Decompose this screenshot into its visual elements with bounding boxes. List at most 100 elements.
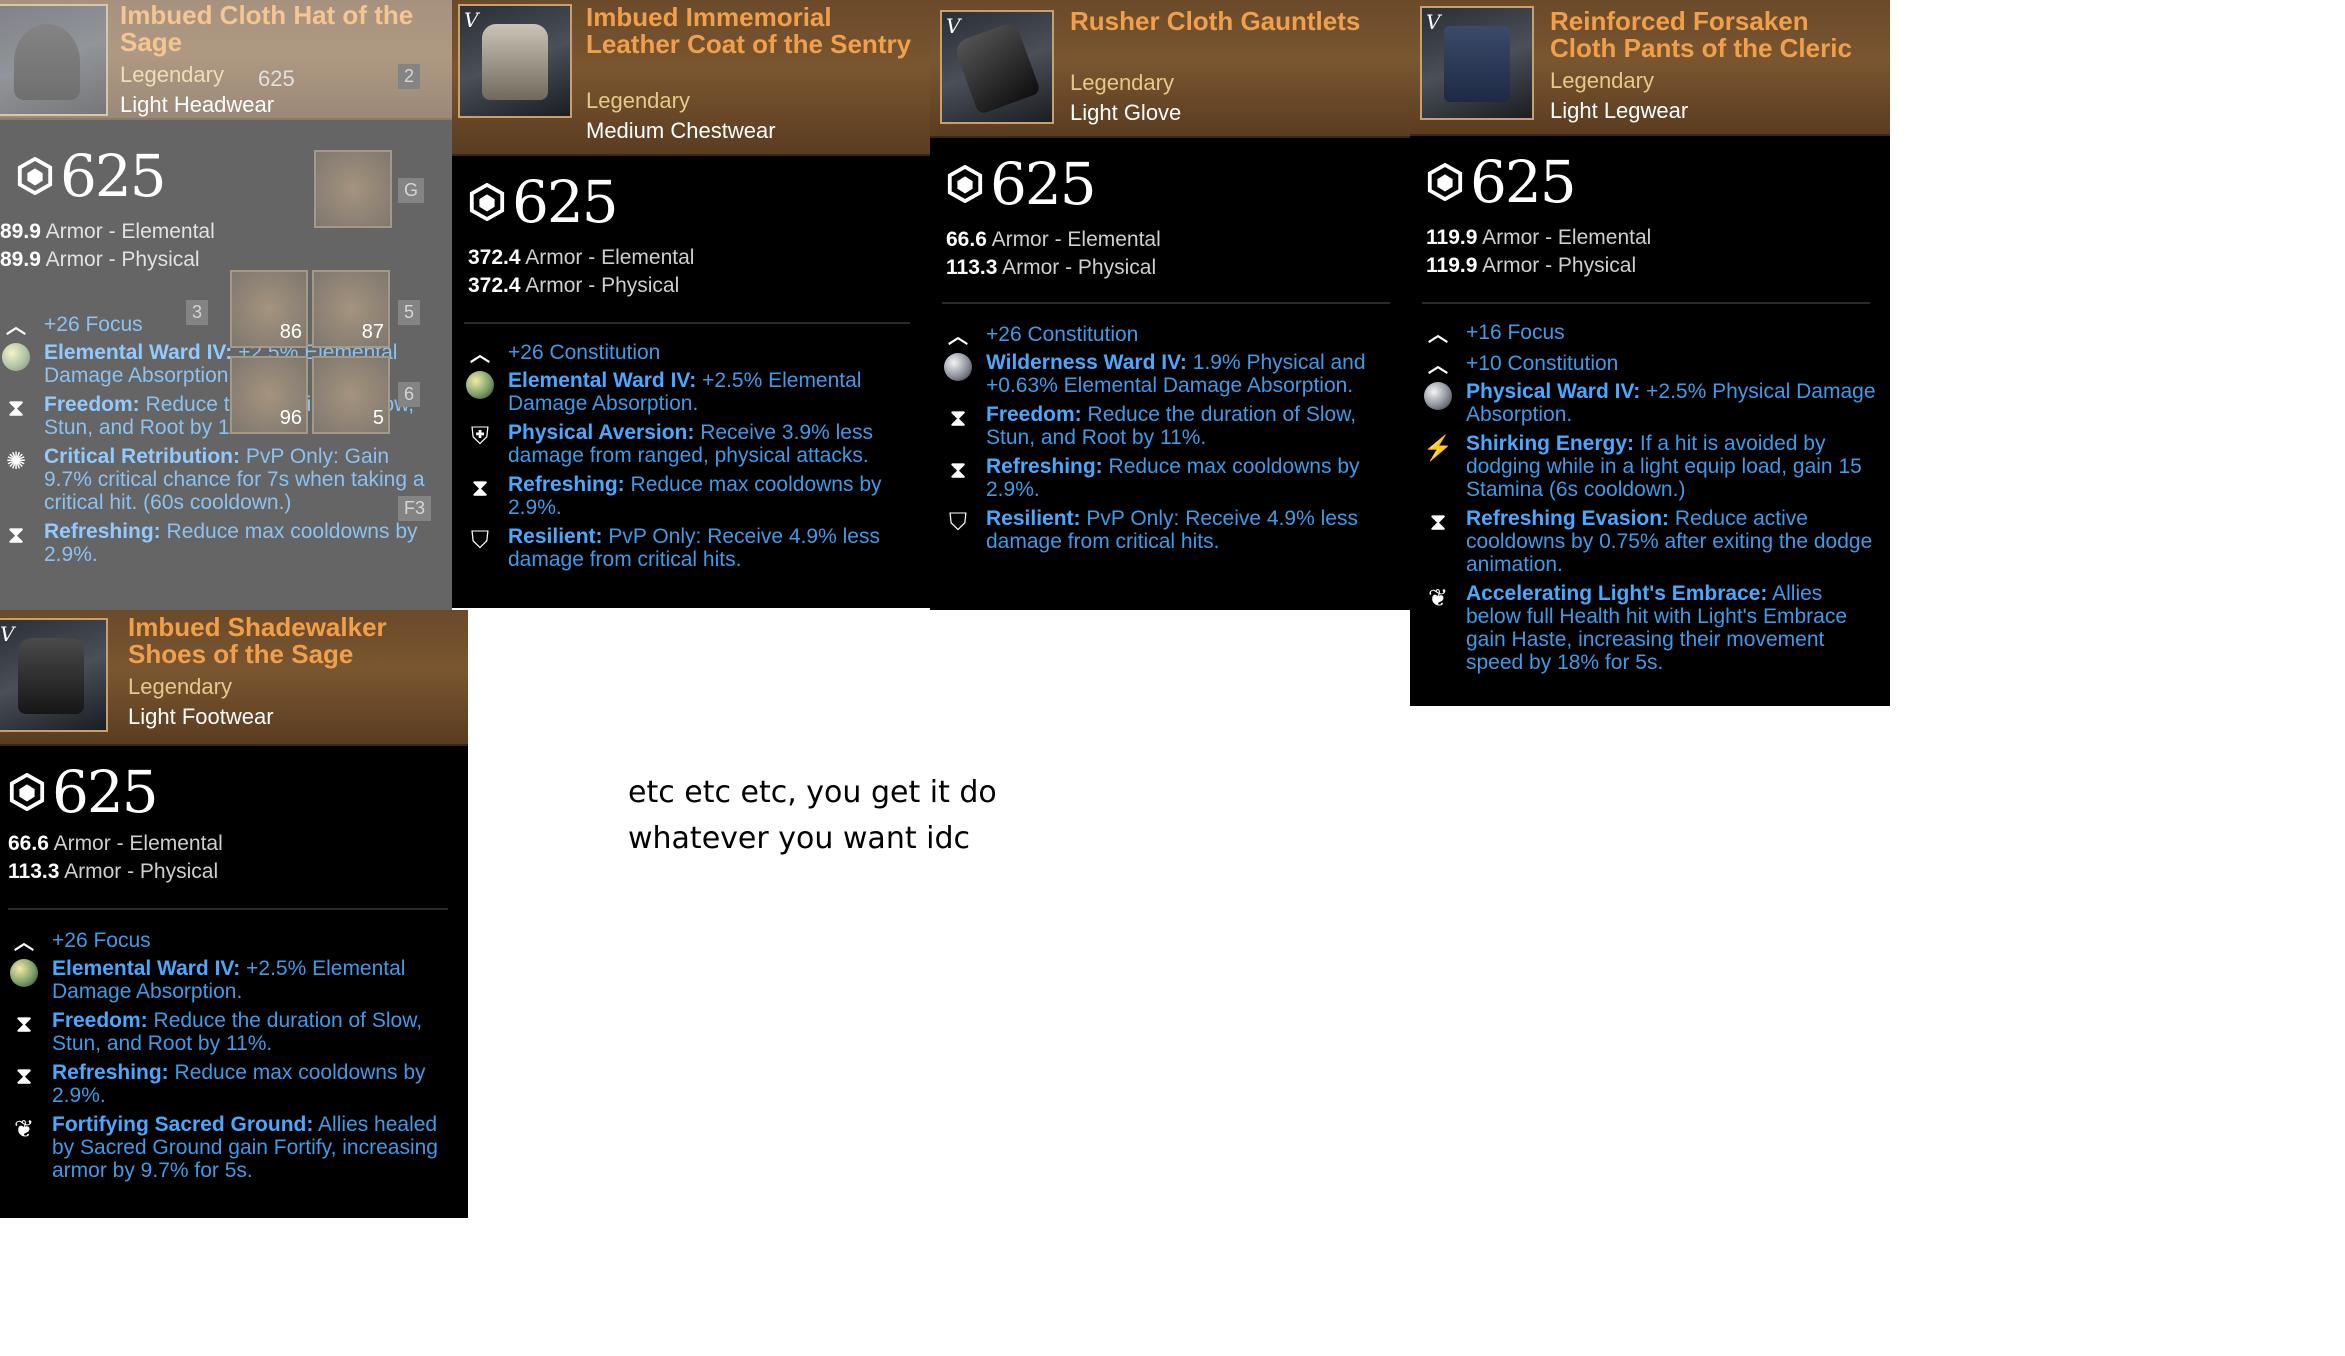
hotkey-label: 2: [398, 64, 421, 89]
armor-stats: 66.6 Armor - Elemental 113.3 Armor - Phy…: [946, 226, 1161, 282]
hourglass-icon: ⧗: [471, 475, 489, 502]
resilient-icon: ⛉: [949, 509, 967, 536]
resilient-icon: ⛉: [471, 527, 489, 554]
gear-score: 625: [8, 758, 159, 826]
hourglass-icon: ⧗: [7, 395, 25, 422]
armor-value: 113.3: [8, 860, 60, 883]
chevron-up-icon: ︿: [14, 932, 34, 954]
attribute-row: ︿ +26 Constitution: [942, 320, 1400, 349]
item-rarity: Legendary: [128, 674, 232, 699]
armor-value: 89.9: [0, 220, 41, 243]
tooltip-header: V Imbued Immemorial Leather Coat of the …: [452, 0, 930, 156]
armor-stats: 372.4 Armor - Elemental 372.4 Armor - Ph…: [468, 244, 694, 300]
item-rarity: Legendary: [586, 88, 690, 113]
attribute-row: ︿ +10 Constitution: [1422, 349, 1880, 378]
caption-note: etc etc etc, you get it do whatever you …: [628, 775, 997, 856]
armor-label: Armor - Physical: [45, 248, 200, 271]
chevron-up-icon: ︿: [6, 316, 26, 338]
inventory-slot[interactable]: 96: [230, 356, 308, 434]
chevron-up-icon: ︿: [1428, 324, 1448, 346]
item-type: Light Footwear: [128, 704, 274, 729]
armor-value: 372.4: [468, 274, 521, 297]
perk-row: ⛉ Resilient: PvP Only: Receive 4.9% less …: [942, 507, 1400, 553]
elemental-ward-icon: [464, 369, 496, 401]
armor-label: Armor - Elemental: [45, 220, 215, 243]
item-tooltip-gloves: V Rusher Cloth Gauntlets Legendary Light…: [930, 0, 1410, 610]
repair-parts-count: 625: [258, 66, 295, 91]
item-tooltip-pants: V Reinforced Forsaken Cloth Pants of the…: [1410, 0, 1890, 706]
armor-label: Armor - Elemental: [53, 832, 223, 855]
attribute-row: ︿ +16 Focus: [1422, 318, 1880, 347]
gear-score: 625: [1426, 148, 1577, 216]
tooltip-header: V Rusher Cloth Gauntlets Legendary Light…: [930, 0, 1410, 138]
item-tooltip-shoes: V Imbued Shadewalker Shoes of the Sage L…: [0, 610, 468, 1218]
attribute-row: ︿ +26 Constitution: [464, 338, 920, 367]
item-title: Rusher Cloth Gauntlets: [1070, 6, 1361, 36]
hotkey-label: 5: [398, 300, 421, 325]
item-rarity: Legendary: [1070, 70, 1174, 95]
chevron-up-icon: ︿: [948, 326, 968, 348]
hotkey-label: G: [398, 178, 425, 203]
armor-stats: 119.9 Armor - Elemental 119.9 Armor - Ph…: [1426, 224, 1651, 280]
tooltip-header: Imbued Cloth Hat of the Sage Legendary L…: [0, 0, 452, 120]
perk-row: ⧗ Refreshing: Reduce max cooldowns by 2.9…: [8, 1061, 458, 1107]
hourglass-icon: ⧗: [949, 405, 967, 432]
inventory-slot[interactable]: 87: [312, 270, 390, 348]
elemental-ward-icon: [8, 957, 40, 989]
gear-score-icon: [1427, 163, 1463, 201]
item-thumbnail: V: [0, 618, 108, 732]
item-tooltip-chest: V Imbued Immemorial Leather Coat of the …: [452, 0, 930, 608]
perk-list: ︿ +26 Focus Elemental Ward IV: +2.5% Elem…: [0, 310, 442, 572]
perk-row: Physical Ward IV: +2.5% Physical Damage …: [1422, 380, 1880, 426]
hourglass-icon: ⧗: [15, 1011, 33, 1038]
hourglass-icon: ⧗: [7, 522, 25, 549]
chevron-up-icon: ︿: [470, 344, 490, 366]
perk-list: ︿ +26 Constitution Wilderness Ward IV: 1.…: [942, 320, 1400, 559]
armor-label: Armor - Elemental: [525, 246, 695, 269]
perk-row: ⛨ Physical Aversion: Receive 3.9% less da…: [464, 421, 920, 467]
perk-list: ︿ +16 Focus ︿ +10 Constitution Physical Wa…: [1422, 318, 1880, 680]
attribute-row: ︿ +26 Focus: [8, 926, 458, 955]
armor-label: Armor - Physical: [525, 274, 680, 297]
gear-score-icon: [9, 773, 45, 811]
tooltip-header: V Imbued Shadewalker Shoes of the Sage L…: [0, 610, 468, 746]
armor-stats: 66.6 Armor - Elemental 113.3 Armor - Phy…: [8, 830, 223, 886]
armor-label: Armor - Elemental: [1482, 226, 1652, 249]
item-thumbnail: V: [458, 4, 572, 118]
item-title: Imbued Immemorial Leather Coat of the Se…: [586, 2, 912, 59]
item-title: Imbued Cloth Hat of the Sage: [120, 0, 414, 57]
item-type: Light Legwear: [1550, 98, 1689, 123]
divider: [464, 322, 910, 324]
gear-score: 625: [946, 150, 1097, 218]
gear-score-value: 625: [1470, 148, 1577, 216]
wilderness-ward-icon: [942, 351, 974, 383]
item-rarity: Legendary: [1550, 68, 1654, 93]
divider: [1422, 302, 1870, 304]
perk-row: ⧗ Refreshing: Reduce max cooldowns by 2.9…: [0, 520, 442, 566]
gear-score: 625: [16, 142, 167, 210]
perk-row: ⧗ Refreshing: Reduce max cooldowns by 2.9…: [942, 455, 1400, 501]
armor-value: 119.9: [1426, 226, 1478, 249]
inventory-slot[interactable]: [314, 150, 392, 228]
perk-row: ⧗ Refreshing Evasion: Reduce active coold…: [1422, 507, 1880, 576]
item-type: Medium Chestwear: [586, 118, 776, 143]
gear-score-icon: [469, 183, 505, 221]
item-tooltip-hat: Imbued Cloth Hat of the Sage Legendary L…: [0, 0, 452, 610]
lightning-icon: ⚡: [1423, 434, 1453, 462]
physical-ward-icon: [1422, 380, 1454, 412]
shield-icon: ⛨: [471, 423, 489, 450]
perk-row: ⧗Freedom: Reduce the duration of Slow, S…: [942, 403, 1400, 449]
armor-label: Armor - Physical: [64, 860, 219, 883]
tooltip-header: V Reinforced Forsaken Cloth Pants of the…: [1410, 0, 1890, 136]
armor-label: Armor - Physical: [1482, 254, 1637, 277]
item-title: Imbued Shadewalker Shoes of the Sage: [128, 612, 387, 669]
hotkey-label: F3: [398, 496, 432, 521]
armor-value: 66.6: [8, 832, 49, 855]
inventory-slot[interactable]: 5: [312, 356, 390, 434]
chevron-up-icon: ︿: [1428, 355, 1448, 377]
inventory-slot[interactable]: 86: [230, 270, 308, 348]
item-rarity: Legendary: [120, 62, 224, 87]
hourglass-icon: ⧗: [949, 457, 967, 484]
armor-label: Armor - Physical: [1002, 256, 1157, 279]
hotkey-label: 3: [186, 300, 209, 325]
